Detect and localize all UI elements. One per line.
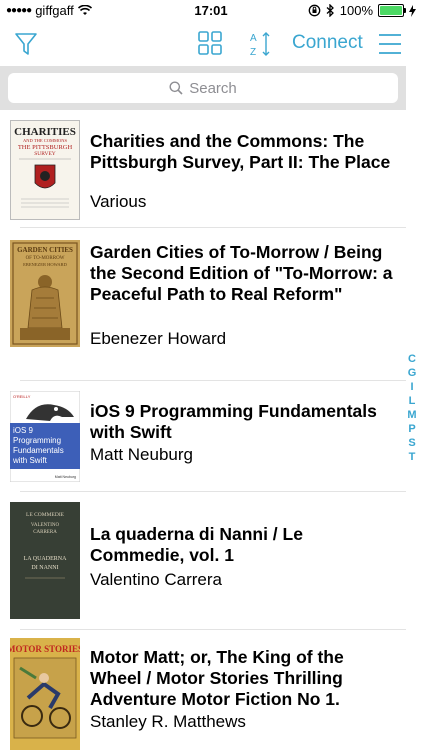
- book-cover-ios9: O'REILLY iOS 9 Programming Fundamentals …: [9, 390, 81, 483]
- grid-icon: [198, 31, 222, 55]
- rotation-lock-icon: [308, 4, 321, 17]
- book-row[interactable]: GARDEN CITIES OF TO-MORROW EBENEZER HOWA…: [0, 228, 406, 380]
- index-letter[interactable]: I: [410, 380, 413, 394]
- toolbar: A Z Connect: [0, 22, 422, 66]
- connect-button[interactable]: Connect: [292, 32, 363, 54]
- cover-text: THE PITTSBURGH: [18, 144, 73, 151]
- book-title: Garden Cities of To-Morrow / Being the S…: [90, 242, 393, 304]
- cover-text: SURVEY: [34, 151, 56, 157]
- status-bar: ●●●●● giffgaff 17:01 100%: [0, 0, 422, 22]
- book-cover-quaderna: LE COMMEDIE VALENTINO CARRERA LA QUADERN…: [10, 502, 80, 619]
- book-author: Ebenezer Howard: [90, 329, 227, 348]
- menu-button[interactable]: [376, 30, 404, 58]
- grid-view-button[interactable]: [196, 29, 224, 57]
- book-cover-garden-cities: GARDEN CITIES OF TO-MORROW EBENEZER HOWA…: [10, 240, 80, 347]
- cover-text: LA QUADERNA: [24, 556, 67, 562]
- cover-text: with Swift: [12, 456, 48, 465]
- cover-text: Programming: [13, 436, 61, 445]
- cover-text: DI NANNI: [31, 565, 58, 571]
- search-input[interactable]: Search: [8, 73, 398, 103]
- sort-button[interactable]: A Z: [246, 29, 276, 59]
- cover-text: CHARITIES: [14, 126, 76, 138]
- cover-text: EBENEZER HOWARD: [23, 262, 68, 267]
- cover-text: GARDEN CITIES: [17, 246, 73, 254]
- index-letter[interactable]: L: [409, 394, 416, 408]
- book-title: La quaderna di Nanni / Le Commedie, vol.…: [90, 524, 303, 565]
- index-letter[interactable]: S: [408, 436, 415, 450]
- book-row[interactable]: CHARITIES AND THE COMMONS THE PITTSBURGH…: [0, 110, 406, 227]
- search-icon: [169, 81, 183, 95]
- battery-percent: 100%: [339, 3, 373, 18]
- book-cover-motor-matt: MOTOR STORIES: [7, 638, 83, 750]
- book-title: iOS 9 Programming Fundamentals with Swif…: [90, 401, 377, 442]
- book-title: Motor Matt; or, The King of the Wheel / …: [90, 647, 344, 709]
- book-author: Various: [90, 192, 147, 211]
- charging-icon: [409, 4, 416, 17]
- svg-text:Z: Z: [250, 47, 256, 58]
- index-letter[interactable]: G: [408, 366, 417, 380]
- index-letter[interactable]: T: [409, 450, 416, 464]
- search-placeholder: Search: [189, 79, 237, 97]
- book-row[interactable]: LE COMMEDIE VALENTINO CARRERA LA QUADERN…: [0, 492, 406, 629]
- cover-text: iOS 9: [13, 426, 34, 435]
- book-cover-charities: CHARITIES AND THE COMMONS THE PITTSBURGH…: [10, 120, 80, 220]
- hamburger-menu-icon: [379, 34, 401, 54]
- cover-text: LE COMMEDIE: [26, 512, 65, 518]
- book-title: Charities and the Commons: The Pittsburg…: [90, 131, 391, 172]
- filter-button[interactable]: [12, 30, 40, 58]
- cover-text: Fundamentals: [13, 446, 64, 455]
- status-right: 100%: [308, 3, 416, 18]
- cover-publisher: O'REILLY: [13, 394, 31, 399]
- svg-text:A: A: [250, 33, 257, 44]
- cover-text: CARRERA: [33, 530, 57, 535]
- cover-author: Matt Neuburg: [55, 475, 76, 479]
- book-row[interactable]: MOTOR STORIES Motor Matt; or, The King o…: [0, 630, 406, 750]
- index-letter[interactable]: M: [407, 408, 416, 422]
- battery-icon: [378, 4, 406, 17]
- index-letter[interactable]: P: [408, 422, 415, 436]
- index-letter[interactable]: C: [408, 352, 416, 366]
- search-edge: [406, 66, 422, 110]
- book-author: Valentino Carrera: [90, 570, 222, 589]
- bluetooth-icon: [326, 4, 334, 17]
- cover-text: MOTOR STORIES: [10, 644, 80, 654]
- book-row[interactable]: O'REILLY iOS 9 Programming Fundamentals …: [0, 381, 406, 491]
- search-container: Search: [0, 66, 422, 110]
- cover-text: AND THE COMMONS: [23, 138, 67, 143]
- filter-icon: [15, 33, 37, 55]
- sort-az-icon: A Z: [250, 32, 270, 58]
- cover-text: VALENTINO: [31, 523, 60, 528]
- book-author: Stanley R. Matthews: [90, 712, 246, 731]
- cover-text: OF TO-MORROW: [26, 256, 65, 261]
- book-author: Matt Neuburg: [90, 445, 193, 464]
- section-index[interactable]: C G I L M P S T: [406, 352, 418, 464]
